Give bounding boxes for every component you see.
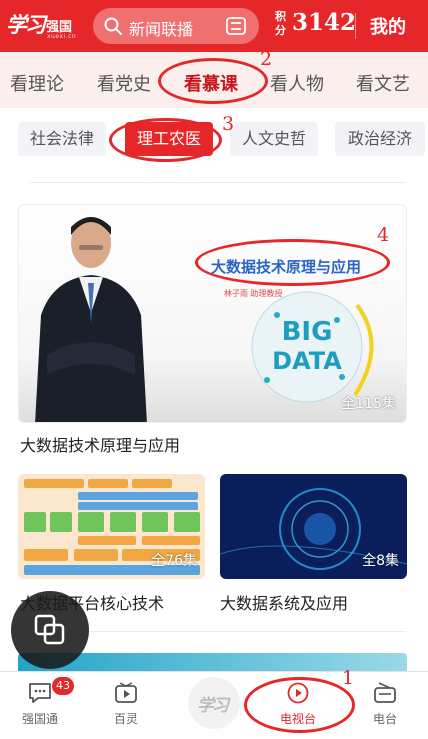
big-data-graphic: BIG DATA [251,291,374,403]
nav-label: 电台 [372,712,397,726]
tab-mooc[interactable]: 看慕课 [184,70,238,96]
data-text: DATA [272,347,342,375]
score-value[interactable]: 3142 [292,9,356,36]
tab-people[interactable]: 看人物 [270,70,324,96]
annotation-number: 2 [260,48,273,70]
search-input[interactable]: 新闻联播 [129,16,193,40]
course-thumbnail-systems[interactable]: 全8集 [220,474,407,579]
course-thumbnail-platform[interactable]: 全76集 [18,474,205,579]
tab-theory[interactable]: 看理论 [10,70,64,96]
nav-label: 电视台 [279,712,316,726]
logo-domain: xuexi.cn [47,33,77,40]
score-label: 积分 [275,10,286,37]
play-square-icon [115,682,137,703]
divider [355,13,356,39]
nav-item-radio[interactable]: 电台 [345,672,425,739]
radio-icon [374,682,396,703]
app-logo[interactable]: 学习 强国 xuexi.cn [6,7,80,43]
nav-item-study-home[interactable]: 学习 [188,677,240,729]
annotation-number: 1 [342,667,355,689]
nav-item-tv[interactable]: 电视台 [258,672,338,739]
category-law[interactable]: 社会法律 [18,122,106,156]
nav-label: 强国通 [21,712,58,726]
thumbnail-title-text: 大数据技术原理与应用 [211,258,362,276]
episode-count: 全76集 [151,553,197,569]
play-circle-icon [287,682,309,704]
category-humanities[interactable]: 人文史哲 [230,122,318,156]
category-politics[interactable]: 政治经济 [335,122,425,156]
chat-icon [29,683,51,703]
episode-count: 全115集 [341,396,396,412]
nav-label: 百灵 [113,712,138,726]
nav-item-bailing[interactable]: 百灵 [86,672,166,739]
menu-list-icon[interactable] [226,17,246,35]
lecturer-photo [35,217,147,422]
copy-icon [34,614,65,645]
tab-arts[interactable]: 看文艺 [356,70,410,96]
episode-count: 全8集 [362,553,399,569]
featured-course-thumbnail[interactable]: 大数据技术原理与应用 林子雨 助理教授 BIG DATA 全115集 [18,204,407,423]
top-bar: 学习 强国 xuexi.cn 新闻联播 积分 3142 我的 [0,0,428,52]
big-text: BIG [282,317,333,347]
search-icon [104,17,122,35]
annotation-number: 3 [222,113,235,135]
course-title[interactable]: 大数据系统及应用 [220,590,348,614]
category-science[interactable]: 理工农医 [125,122,213,156]
search-bar[interactable]: 新闻联播 [93,8,259,44]
mine-button[interactable]: 我的 [370,13,406,39]
annotation-number: 4 [377,224,390,246]
study-logo: 学习 [197,696,229,716]
nav-item-qiangguotong[interactable]: 43 强国通 [0,672,80,739]
featured-course-title[interactable]: 大数据技术原理与应用 [20,432,180,456]
tab-party-history[interactable]: 看党史 [97,70,151,96]
floating-window-button[interactable] [11,591,89,669]
channel-tabs: 看理论 看党史 看慕课 看人物 看文艺 [0,52,428,108]
logo-script: 学习 [6,12,46,37]
unread-badge: 43 [52,677,74,695]
divider [30,182,406,183]
